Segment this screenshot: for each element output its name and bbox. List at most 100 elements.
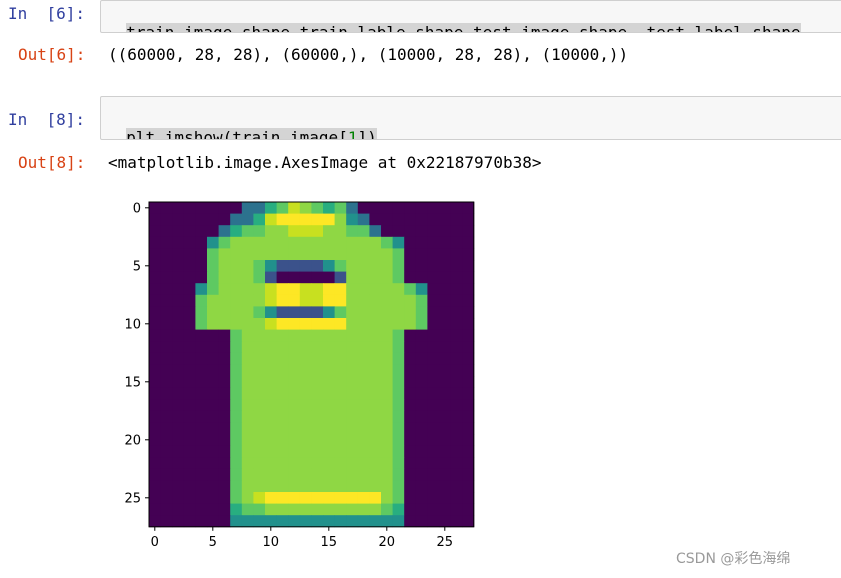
pixel-cell	[415, 318, 428, 330]
pixel-cell	[369, 341, 382, 354]
pixel-cell	[149, 364, 161, 377]
pixel-cell	[323, 283, 335, 296]
pixel-cell	[357, 306, 370, 319]
pixel-cell	[253, 457, 266, 470]
pixel-cell	[230, 202, 243, 214]
pixel-cell	[253, 260, 266, 272]
cell-8-code-input[interactable]: plt.imshow(train_image[1])	[100, 96, 841, 140]
pixel-cell	[195, 422, 208, 435]
pixel-cell	[276, 457, 289, 470]
pixel-cell	[195, 468, 208, 481]
pixel-cell	[381, 213, 393, 226]
pixel-cell	[404, 410, 417, 423]
pixel-cell	[149, 492, 161, 504]
pixel-cell	[334, 294, 347, 307]
pixel-cell	[357, 480, 370, 493]
pixel-cell	[265, 294, 277, 307]
pixel-cell	[160, 213, 173, 226]
pixel-cell	[427, 434, 440, 446]
pixel-cell	[288, 515, 301, 528]
pixel-cell	[195, 399, 208, 412]
pixel-cell	[334, 492, 347, 504]
pixel-cell	[369, 445, 382, 458]
pixel-cell	[288, 225, 301, 238]
pixel-cell	[311, 271, 324, 284]
pixel-cell	[172, 318, 185, 330]
pixel-cell	[323, 329, 335, 342]
pixel-cell	[427, 202, 440, 214]
pixel-cell	[311, 492, 324, 504]
pixel-cell	[230, 294, 243, 307]
pixel-cell	[299, 364, 312, 377]
pixel-cell	[392, 260, 405, 272]
pixel-cell	[357, 410, 370, 423]
pixel-cell	[462, 236, 475, 249]
pixel-cell	[381, 341, 393, 354]
pixel-cell	[172, 387, 185, 400]
pixel-cell	[334, 515, 347, 528]
pixel-cell	[218, 202, 231, 214]
pixel-cell	[241, 434, 254, 446]
pixel-cell	[450, 364, 463, 377]
pixel-cell	[207, 376, 219, 388]
pixel-cell	[462, 410, 475, 423]
pixel-cell	[183, 410, 196, 423]
pixel-cell	[299, 306, 312, 319]
pixel-cell	[369, 225, 382, 238]
pixel-cell	[334, 399, 347, 412]
x-tick-label: 15	[321, 535, 338, 550]
pixel-cell	[439, 399, 451, 412]
pixel-cell	[415, 294, 428, 307]
pixel-cell	[299, 318, 312, 330]
pixel-cell	[334, 260, 347, 272]
pixel-cell	[218, 515, 231, 528]
pixel-cell	[288, 271, 301, 284]
pixel-cell	[276, 260, 289, 272]
pixel-cell	[369, 248, 382, 261]
pixel-cell	[357, 318, 370, 330]
pixel-cell	[149, 341, 161, 354]
pixel-cell	[195, 492, 208, 504]
pixel-cell	[207, 318, 219, 330]
pixel-cell	[427, 329, 440, 342]
pixel-cell	[265, 503, 277, 516]
pixel-cell	[207, 457, 219, 470]
pixel-cell	[404, 434, 417, 446]
pixel-cell	[369, 515, 382, 528]
pixel-cell	[241, 236, 254, 249]
pixel-cell	[172, 457, 185, 470]
pixel-cell	[160, 306, 173, 319]
pixel-cell	[323, 468, 335, 481]
pixel-cell	[404, 480, 417, 493]
pixel-cell	[183, 248, 196, 261]
pixel-cell	[230, 434, 243, 446]
pixel-cell	[404, 248, 417, 261]
pixel-cell	[218, 387, 231, 400]
pixel-cell	[265, 329, 277, 342]
pixel-cell	[346, 271, 359, 284]
pixel-cell	[439, 294, 451, 307]
cell-6-code-input[interactable]: train_image.shape,train_lable.shape,test…	[100, 0, 841, 33]
pixel-cell	[253, 434, 266, 446]
pixel-cell	[276, 294, 289, 307]
pixel-cell	[404, 225, 417, 238]
pixel-cell	[149, 225, 161, 238]
pixel-cell	[265, 410, 277, 423]
pixel-cell	[381, 387, 393, 400]
pixel-cell	[276, 480, 289, 493]
pixel-cell	[230, 492, 243, 504]
cell-8-code-suffix: ])	[357, 128, 377, 140]
pixel-cell	[427, 364, 440, 377]
pixel-cell	[276, 283, 289, 296]
pixel-cell	[207, 364, 219, 377]
pixel-cell	[265, 352, 277, 365]
pixel-cell	[323, 260, 335, 272]
pixel-cell	[450, 306, 463, 319]
pixel-cell	[462, 306, 475, 319]
pixel-cell	[450, 445, 463, 458]
pixel-cell	[311, 260, 324, 272]
pixel-cell	[346, 352, 359, 365]
pixel-cell	[450, 202, 463, 214]
pixel-cell	[439, 329, 451, 342]
pixel-cell	[172, 294, 185, 307]
